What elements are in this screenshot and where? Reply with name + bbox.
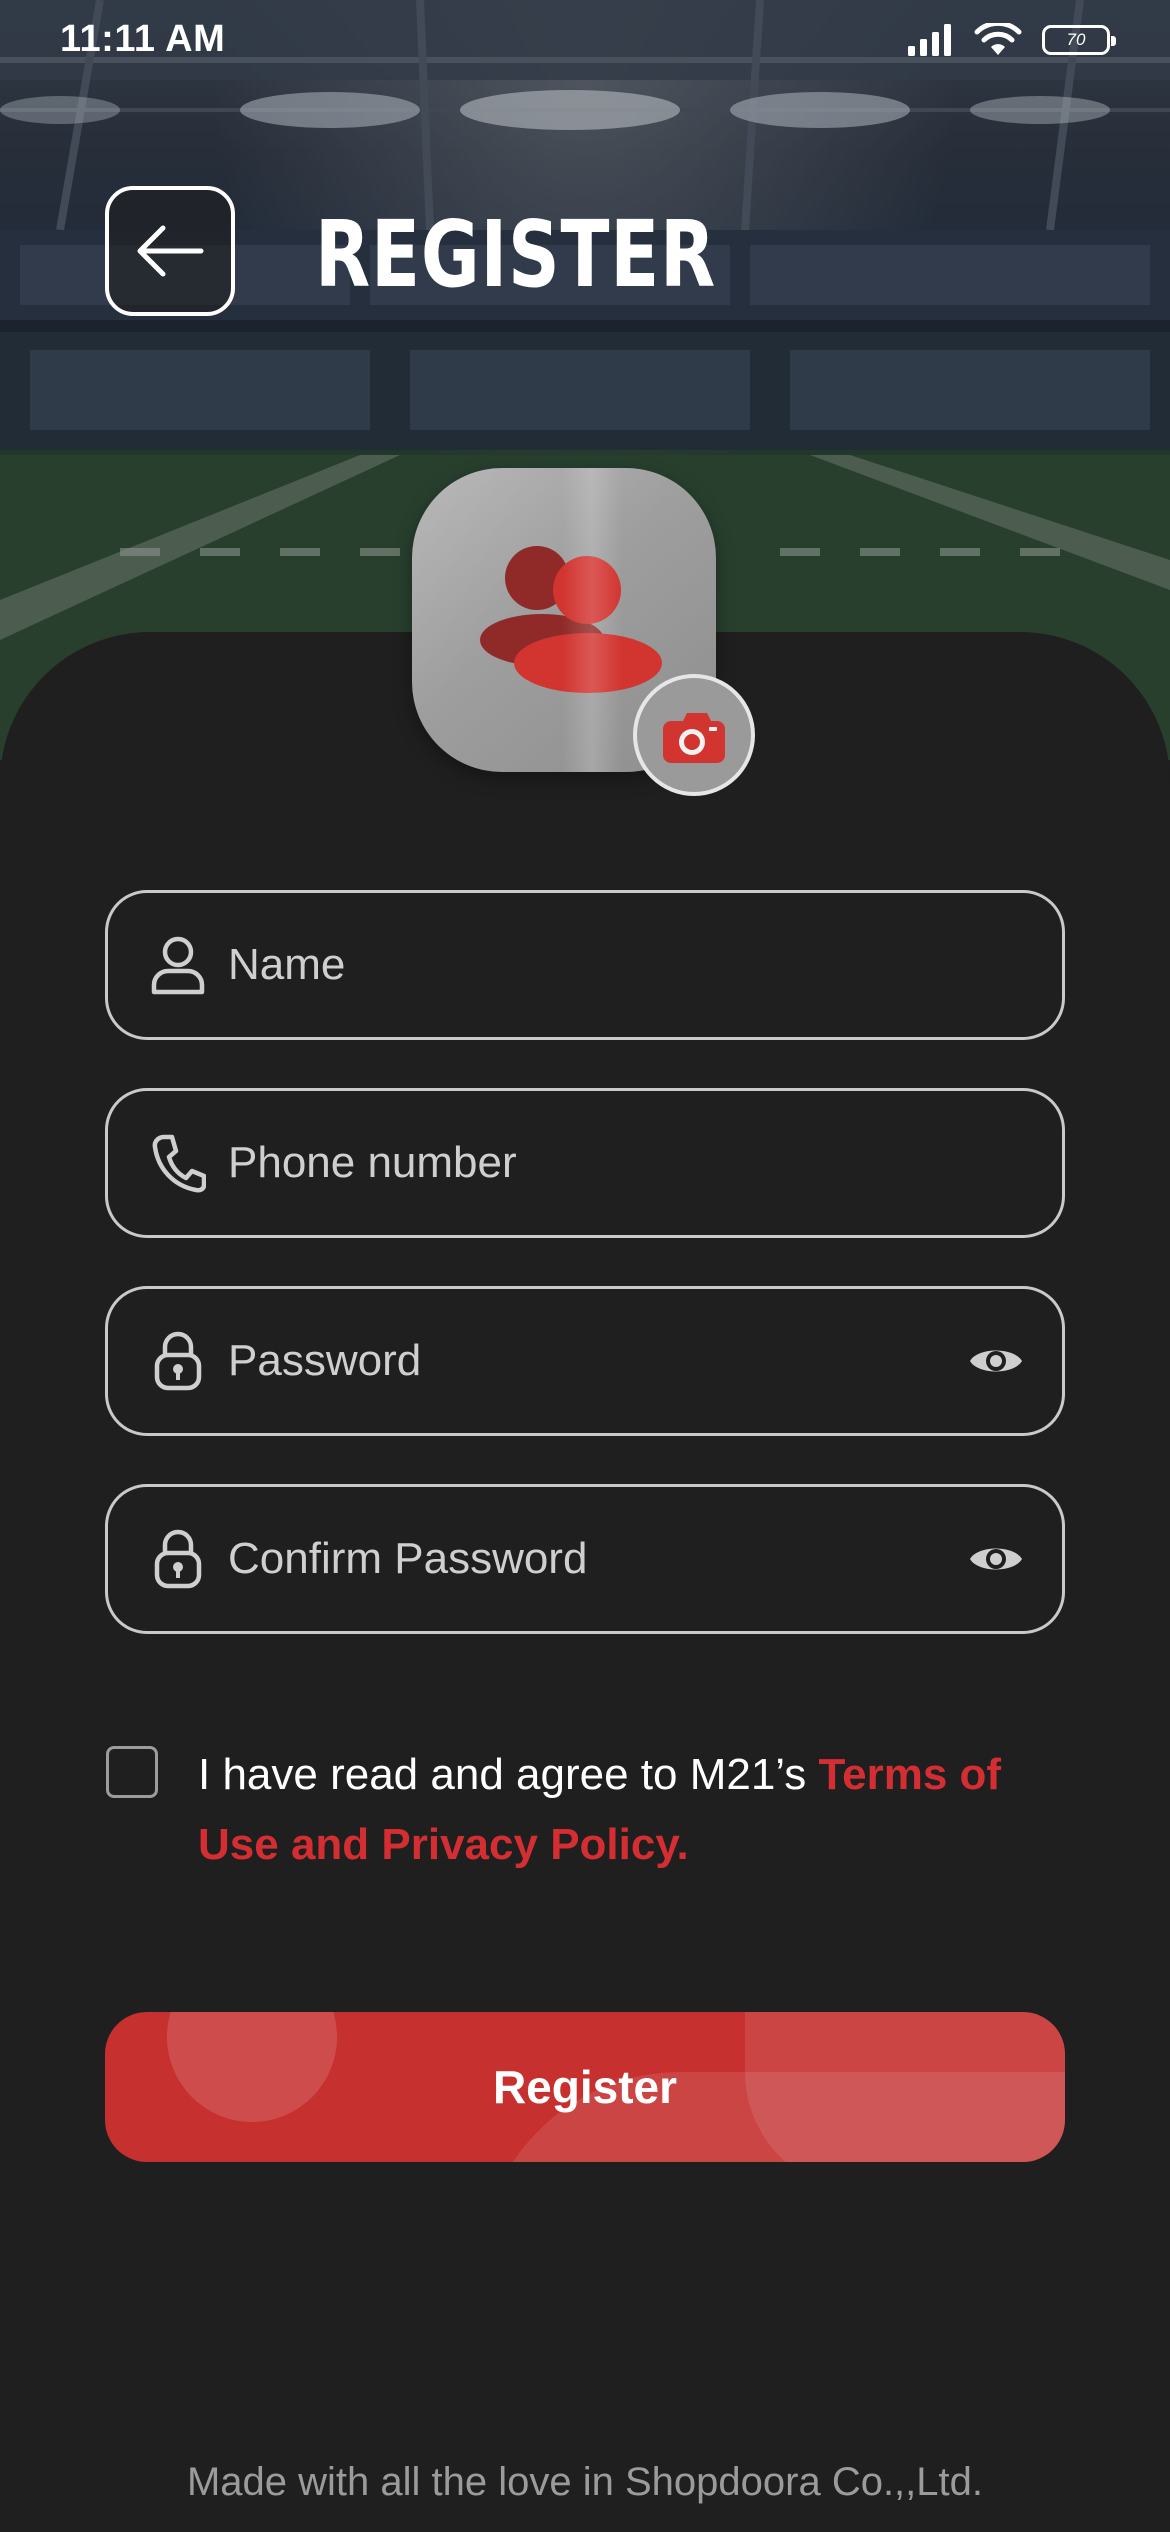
phone-field[interactable] [105,1088,1065,1238]
password-field[interactable] [105,1286,1065,1436]
battery-icon: 70 [1042,25,1116,55]
confirm-password-input[interactable] [226,1487,942,1631]
status-icons: 70 [908,18,1116,62]
lock-icon [148,1331,208,1391]
page-title: REGISTER [315,201,717,308]
name-input[interactable] [226,893,942,1037]
wifi-icon [974,23,1022,55]
back-button[interactable] [105,186,235,316]
signal-icon [908,24,951,56]
terms-checkbox[interactable] [106,1746,158,1798]
name-field[interactable] [105,890,1065,1040]
camera-button[interactable] [633,674,755,796]
terms-text: I have read and agree to M21’s Terms of … [198,1740,1078,1880]
eye-icon[interactable] [966,1341,1026,1381]
password-input[interactable] [226,1289,942,1433]
register-label: Register [492,2061,678,2113]
register-screen: 11:11 AM 70 REGISTER Name Phone number I… [0,0,1170,2532]
eye-icon[interactable] [966,1539,1026,1579]
battery-level: 70 [1066,30,1086,49]
lock-icon [148,1529,208,1589]
confirm-password-field[interactable] [105,1484,1065,1634]
terms-prefix: I have read and agree to M21’s [198,1750,819,1799]
status-time: 11:11 AM [60,18,226,60]
footer-text: Made with all the love in Shopdoora Co.,… [186,2460,984,2504]
phone-input[interactable] [226,1091,942,1235]
phone-icon [148,1133,208,1193]
camera-icon [663,713,725,763]
register-button[interactable]: Register [105,2012,1065,2162]
user-icon [148,935,208,995]
arrow-left-icon [137,225,204,277]
